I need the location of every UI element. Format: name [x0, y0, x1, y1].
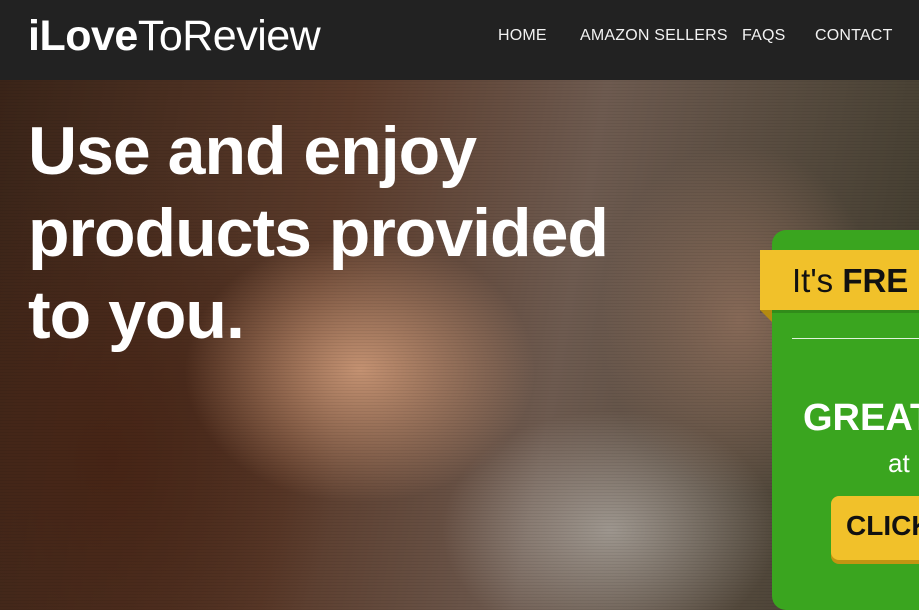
- headline-line-3: to you.: [28, 277, 245, 353]
- main-nav: HOME AMAZON SELLERS FAQS CONTACT: [0, 27, 919, 47]
- promo-divider: [792, 338, 919, 339]
- nav-home-link[interactable]: HOME: [498, 27, 547, 45]
- ribbon-free-text: FRE: [842, 262, 909, 299]
- nav-amazon-sellers-link[interactable]: AMAZON SELLERS: [580, 27, 728, 45]
- top-navigation-bar: iLoveToReview HOME AMAZON SELLERS FAQS C…: [0, 0, 919, 80]
- headline-line-1: Use and enjoy: [28, 113, 477, 189]
- hero-headline: Use and enjoy products provided to you.: [28, 110, 609, 356]
- click-button-label: CLICK: [846, 510, 919, 541]
- free-ribbon: It's FRE: [760, 250, 919, 310]
- headline-line-2: products provided: [28, 195, 609, 271]
- nav-contact-link[interactable]: CONTACT: [815, 27, 893, 45]
- ribbon-text: It's FRE: [792, 262, 908, 300]
- promo-at-text: at: [888, 448, 910, 478]
- promo-great-text: GREAT: [803, 397, 919, 439]
- nav-faqs-link[interactable]: FAQS: [742, 27, 785, 45]
- click-here-button[interactable]: CLICK: [831, 496, 919, 560]
- ribbon-lead-text: It's: [792, 262, 843, 299]
- ribbon-fold-shape: [760, 310, 772, 322]
